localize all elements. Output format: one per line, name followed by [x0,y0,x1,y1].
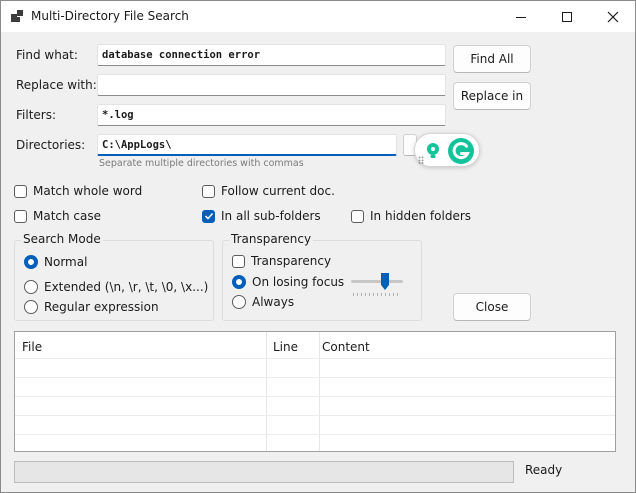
table-row [15,358,615,359]
search-mode-normal-dot[interactable] [24,255,38,269]
find-all-button[interactable]: Find All [453,45,531,73]
filters-label: Filters: [16,108,57,122]
close-button[interactable]: Close [453,293,531,321]
checkmark-icon [204,212,213,220]
slider-thumb[interactable] [380,273,390,291]
filters-input[interactable]: *.log [97,104,446,126]
close-window-button[interactable] [590,1,636,32]
match-whole-word-box[interactable] [14,184,27,198]
table-row [15,396,615,397]
replace-with-label: Replace with: [16,78,97,92]
drag-handle-icon[interactable] [418,156,424,164]
slider-track [351,280,403,283]
search-mode-normal-radio[interactable]: Normal [24,255,87,269]
in-all-subfolders-box[interactable] [202,209,215,223]
lightbulb-icon[interactable] [425,142,441,160]
results-list[interactable]: File Line Content [14,331,616,452]
table-row [15,377,615,378]
match-case-box[interactable] [14,209,27,223]
on-losing-focus-dot[interactable] [232,275,246,289]
close-icon [607,11,619,22]
follow-current-doc-box[interactable] [202,184,215,198]
search-mode-extended-dot[interactable] [24,280,38,294]
match-whole-word-label: Match whole word [33,184,143,198]
always-dot[interactable] [232,295,246,309]
window-title: Multi-Directory File Search [31,9,189,23]
directories-input[interactable]: C:\AppLogs\ [97,134,397,156]
maximize-icon [562,11,572,22]
directories-label: Directories: [16,138,86,152]
search-mode-extended-label: Extended (\n, \r, \t, \0, \x...) [44,280,209,294]
transparency-checkbox[interactable]: Transparency [232,254,331,268]
app-icon [11,10,23,22]
table-row [15,415,615,416]
in-hidden-folders-box[interactable] [351,209,364,223]
find-what-input[interactable]: database connection error [97,44,446,66]
transparency-checkbox-label: Transparency [251,254,332,268]
transparency-group-title: Transparency [229,232,314,246]
replace-in-button[interactable]: Replace in [453,82,531,110]
grammarly-widget[interactable] [414,133,480,167]
follow-current-doc-label: Follow current doc. [221,184,335,198]
replace-with-input[interactable] [97,74,446,96]
transparency-slider[interactable] [349,271,405,299]
match-case-checkbox[interactable]: Match case [14,209,101,223]
main-window: Multi-Directory File Search Find what: d… [0,0,636,493]
maximize-button[interactable] [544,1,590,32]
search-mode-extended-radio[interactable]: Extended (\n, \r, \t, \0, \x...) [24,280,208,294]
in-all-subfolders-label: In all sub-folders [221,209,321,223]
on-losing-focus-radio[interactable]: On losing focus [232,275,344,289]
table-row [15,434,615,435]
minimize-button[interactable] [498,1,544,32]
column-header-content[interactable]: Content [322,340,370,354]
slider-ticks [353,293,398,296]
on-losing-focus-label: On losing focus [252,275,345,289]
progress-bar [14,461,514,483]
in-hidden-folders-checkbox[interactable]: In hidden folders [351,209,471,223]
follow-current-doc-checkbox[interactable]: Follow current doc. [202,184,335,198]
minimize-icon [516,16,526,18]
directories-hint: Separate multiple directories with comma… [99,158,304,169]
column-header-line[interactable]: Line [273,340,298,354]
match-case-label: Match case [33,209,102,223]
always-label: Always [252,295,295,309]
in-all-subfolders-checkbox[interactable]: In all sub-folders [202,209,321,223]
search-mode-normal-label: Normal [44,255,88,269]
always-radio[interactable]: Always [232,295,294,309]
transparency-box[interactable] [232,254,245,268]
find-what-label: Find what: [16,48,78,62]
in-hidden-folders-label: In hidden folders [370,209,472,223]
search-mode-regex-radio[interactable]: Regular expression [24,300,159,314]
match-whole-word-checkbox[interactable]: Match whole word [14,184,142,198]
search-mode-regex-dot[interactable] [24,300,38,314]
search-mode-title: Search Mode [21,232,103,246]
search-mode-regex-label: Regular expression [44,300,159,314]
grammarly-logo-icon[interactable] [447,137,475,165]
column-header-file[interactable]: File [22,340,42,354]
status-text: Ready [525,463,563,477]
title-bar[interactable]: Multi-Directory File Search [1,1,635,32]
